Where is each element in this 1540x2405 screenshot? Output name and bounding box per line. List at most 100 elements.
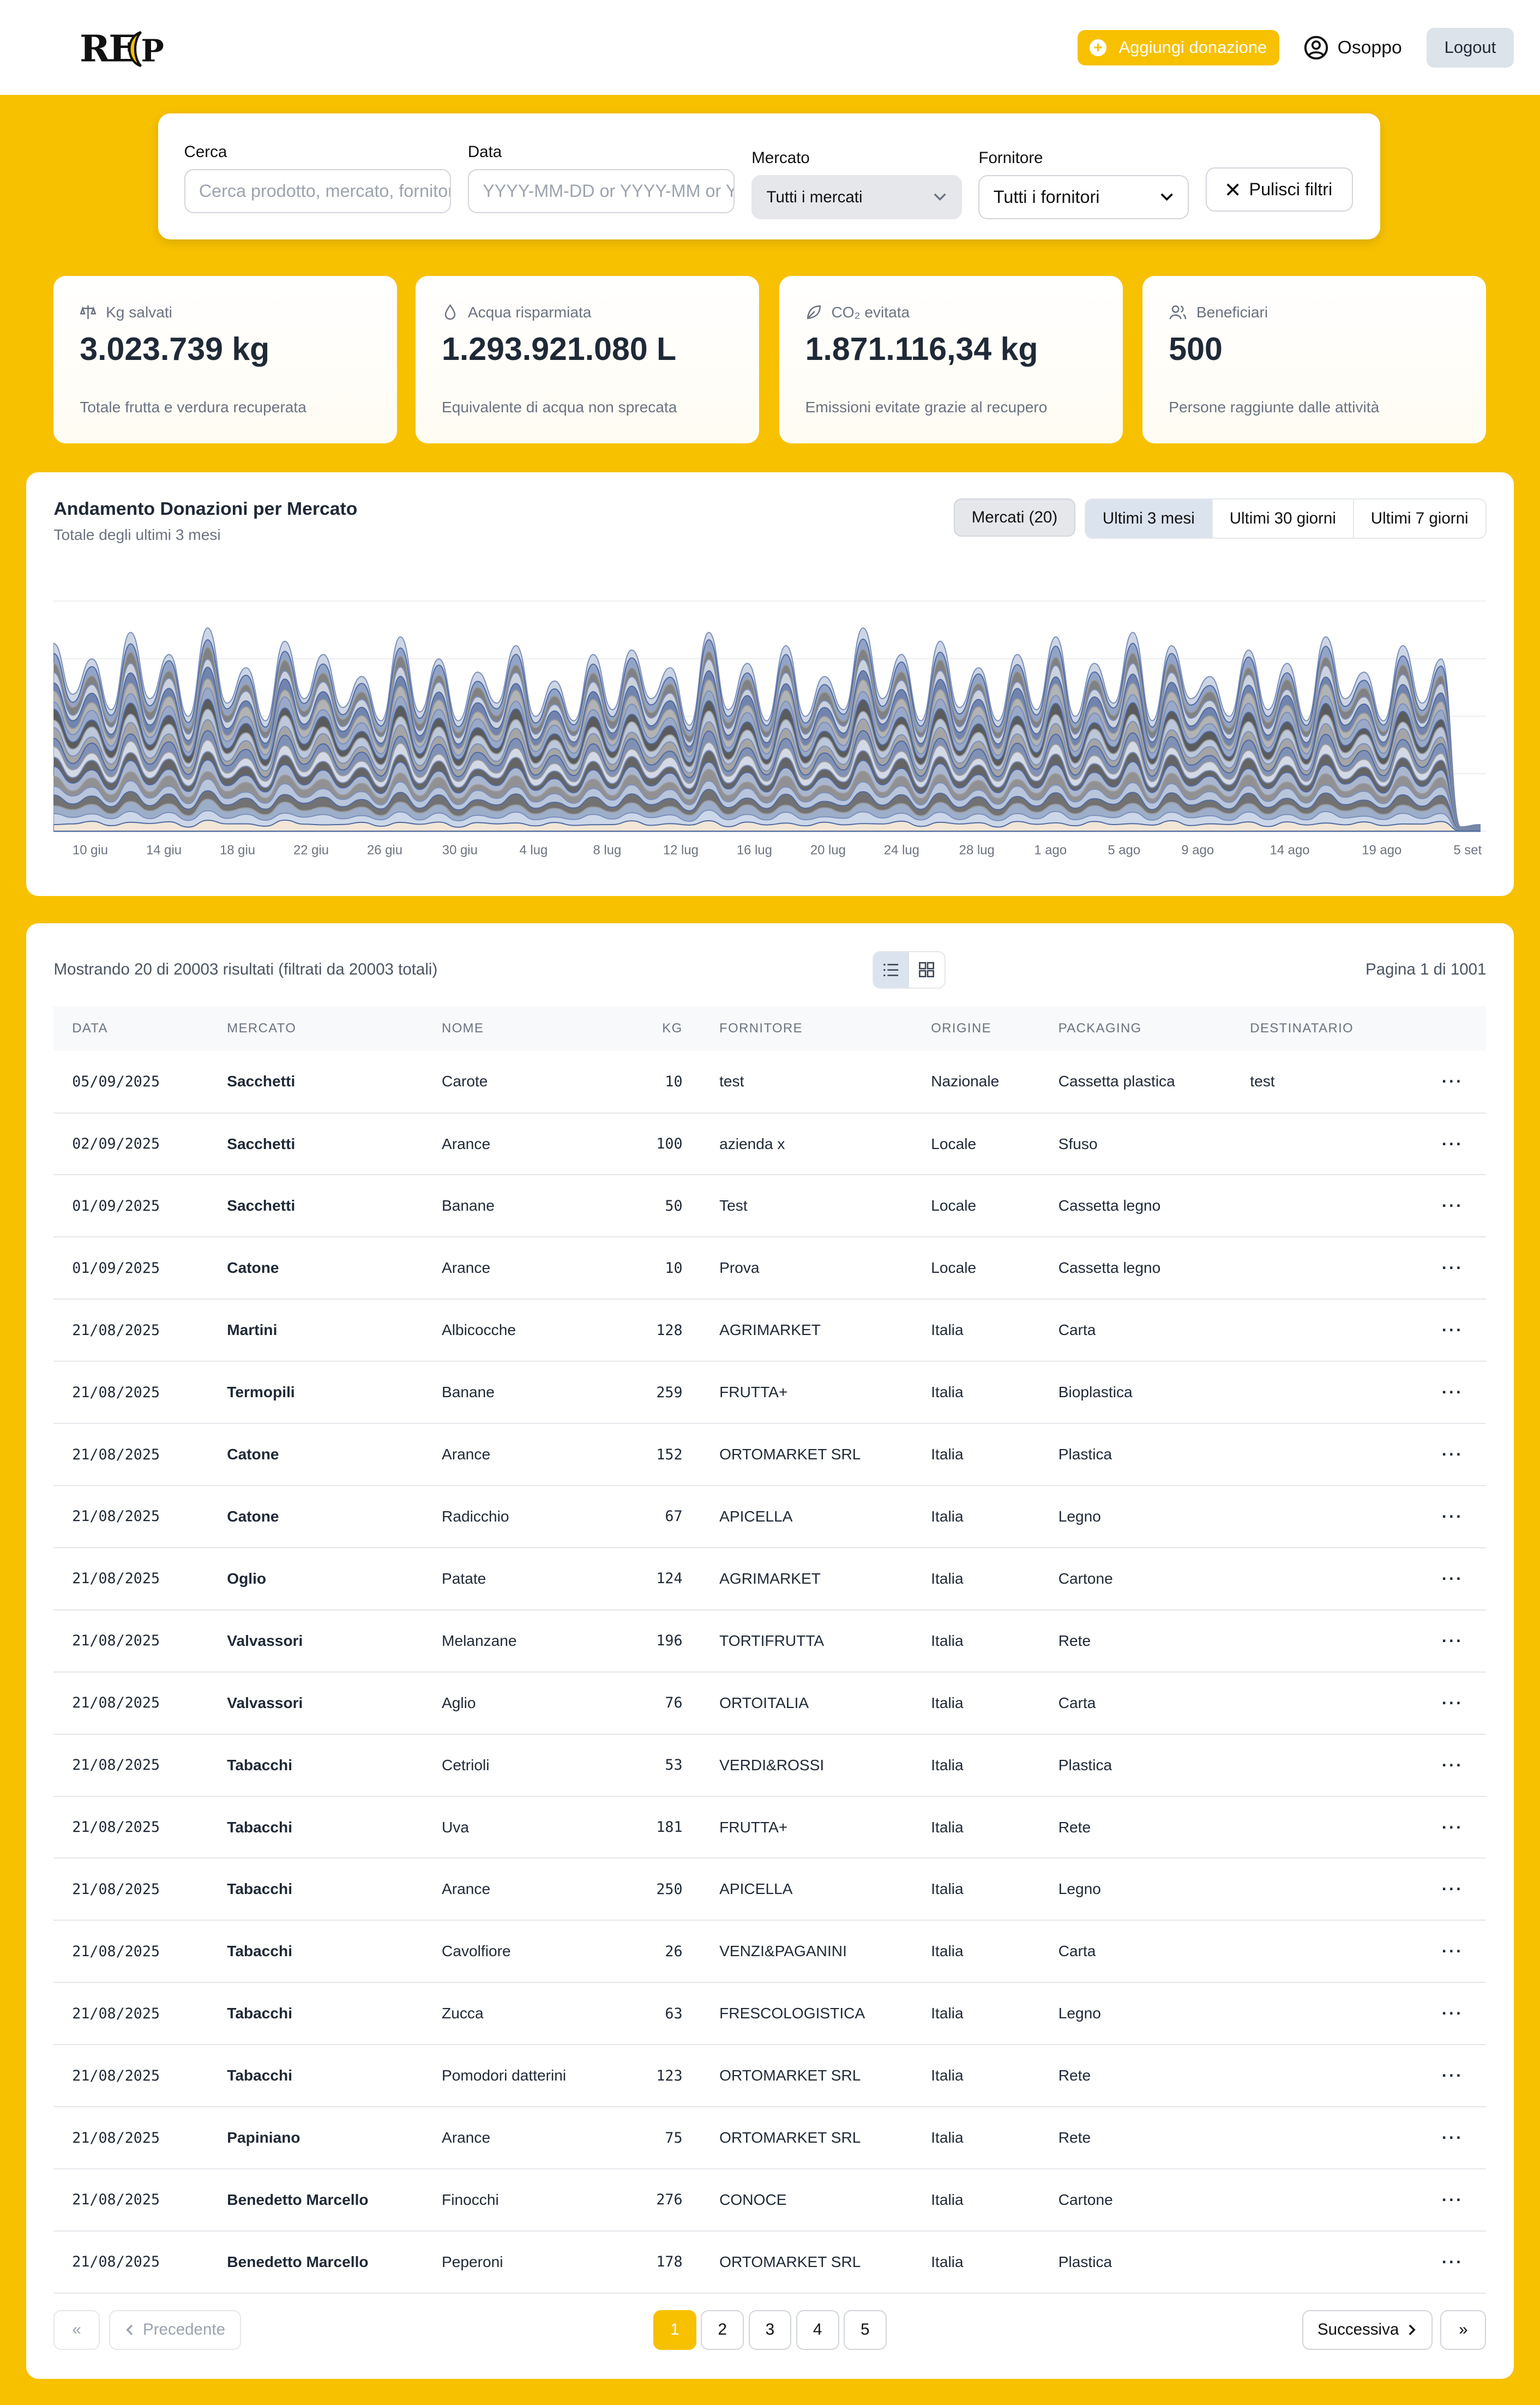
- cell-date: 21/08/2025: [72, 1694, 160, 1712]
- row-actions-icon[interactable]: ···: [1400, 1361, 1487, 1423]
- market-select[interactable]: Tutti i mercati: [751, 175, 962, 220]
- column-header-recipient[interactable]: DESTINATARIO: [1232, 1006, 1400, 1051]
- cell-origin: Locale: [931, 1135, 977, 1152]
- x-tick-label: 30 giu: [442, 843, 478, 858]
- table-row[interactable]: 21/08/2025 Oglio Patate 124 AGRIMARKET Italia…: [53, 1548, 1487, 1610]
- clear-filters-button[interactable]: Pulisci filtri: [1205, 167, 1353, 212]
- page-button-5[interactable]: 5: [843, 2310, 887, 2350]
- grid-view-button[interactable]: [909, 952, 945, 988]
- row-actions-icon[interactable]: ···: [1400, 2045, 1487, 2107]
- cell-packaging: Carta: [1058, 1694, 1096, 1711]
- cell-supplier: APICELLA: [719, 1507, 793, 1525]
- cell-supplier: AGRIMARKET: [719, 1321, 821, 1339]
- table-row[interactable]: 21/08/2025 Tabacchi Cavolfiore 26 VENZI&PAGA…: [53, 1920, 1487, 1983]
- list-view-button[interactable]: [874, 952, 910, 988]
- column-header-supplier[interactable]: FORNITORE: [701, 1006, 912, 1051]
- stat-description: Totale frutta e verdura recuperata: [80, 399, 306, 416]
- filters-panel: Cerca Cerca prodotto, mercato, fornitore…: [158, 113, 1381, 239]
- previous-page-label: Precedente: [143, 2320, 225, 2339]
- scale-icon: [80, 305, 97, 320]
- cell-name: Albicocche: [442, 1321, 516, 1339]
- row-actions-icon[interactable]: ···: [1400, 1796, 1487, 1859]
- stat-label: CO₂ evitata: [831, 303, 910, 321]
- table-row[interactable]: 21/08/2025 Martini Albicocche 128 AGRIMARKET…: [53, 1299, 1487, 1362]
- search-label: Cerca: [184, 142, 227, 161]
- table-row[interactable]: 21/08/2025 Tabacchi Pomodori datterini 123 O…: [53, 2045, 1487, 2107]
- cell-market: Sacchetti: [227, 1135, 296, 1152]
- next-page-button[interactable]: Successiva: [1302, 2310, 1433, 2350]
- cell-name: Pomodori datterini: [442, 2067, 567, 2084]
- table-row[interactable]: 21/08/2025 Catone Arance 152 ORTOMARKET SRL I…: [53, 1423, 1487, 1486]
- table-row[interactable]: 21/08/2025 Tabacchi Uva 181 FRUTTA+ Italia Ret…: [53, 1796, 1487, 1859]
- range-30-days[interactable]: Ultimi 30 giorni: [1212, 500, 1354, 538]
- cell-supplier: FRUTTA+: [719, 1384, 788, 1401]
- row-actions-icon[interactable]: ···: [1400, 1734, 1487, 1796]
- column-header-packaging[interactable]: PACKAGING: [1040, 1006, 1232, 1051]
- table-row[interactable]: 21/08/2025 Tabacchi Arance 250 APICELLA Itali…: [53, 1858, 1487, 1921]
- table-row[interactable]: 21/08/2025 Valvassori Aglio 76 ORTOITALIA Ita…: [53, 1672, 1487, 1734]
- table-row[interactable]: 21/08/2025 Tabacchi Zucca 63 FRESCOLOGISTICA…: [53, 1982, 1487, 2045]
- row-actions-icon[interactable]: ···: [1400, 1299, 1487, 1361]
- column-header-market[interactable]: MERCATO: [209, 1006, 424, 1051]
- recup-logo[interactable]: RE P: [80, 25, 169, 70]
- column-header-name[interactable]: NOME: [423, 1006, 597, 1051]
- cell-origin: Italia: [931, 1818, 964, 1836]
- table-row[interactable]: 21/08/2025 Papiniano Arance 75 ORTOMARKET SR…: [53, 2107, 1487, 2169]
- row-actions-icon[interactable]: ···: [1400, 1175, 1487, 1237]
- page-button-1[interactable]: 1: [653, 2310, 696, 2350]
- supplier-select[interactable]: Tutti i fornitori: [978, 175, 1189, 220]
- page-button-4[interactable]: 4: [796, 2310, 839, 2350]
- markets-selector-button[interactable]: Mercati (20): [953, 498, 1076, 537]
- range-7-days[interactable]: Ultimi 7 giorni: [1353, 500, 1485, 538]
- cell-origin: Italia: [931, 2253, 964, 2270]
- row-actions-icon[interactable]: ···: [1400, 1672, 1487, 1734]
- cell-market: Tabacchi: [227, 1756, 293, 1773]
- row-actions-icon[interactable]: ···: [1400, 1610, 1487, 1672]
- cell-kg: 50: [665, 1197, 683, 1214]
- row-actions-icon[interactable]: ···: [1400, 1982, 1487, 2045]
- table-row[interactable]: 21/08/2025 Tabacchi Cetrioli 53 VERDI&ROSSI I…: [53, 1734, 1487, 1796]
- row-actions-icon[interactable]: ···: [1400, 1113, 1487, 1175]
- row-actions-icon[interactable]: ···: [1400, 1858, 1487, 1920]
- date-input[interactable]: YYYY-MM-DD or YYYY-MM or YYYY: [467, 169, 735, 214]
- row-actions-icon[interactable]: ···: [1400, 1051, 1487, 1113]
- page-button-2[interactable]: 2: [701, 2310, 744, 2350]
- search-input[interactable]: Cerca prodotto, mercato, fornitore: [184, 169, 451, 214]
- cell-supplier: FRUTTA+: [719, 1818, 788, 1836]
- donations-chart-card: Andamento Donazioni per Mercato Totale d…: [26, 472, 1514, 896]
- first-page-button[interactable]: «: [53, 2310, 100, 2350]
- column-header-date[interactable]: DATA: [53, 1006, 208, 1051]
- table-row[interactable]: 21/08/2025 Termopili Banane 259 FRUTTA+ Itali…: [53, 1361, 1487, 1424]
- table-header-row: DATA MERCATO NOME KG FORNITORE ORIGINE P…: [53, 1006, 1487, 1051]
- cell-market: Termopili: [227, 1384, 295, 1401]
- last-page-button[interactable]: »: [1440, 2310, 1487, 2350]
- table-row[interactable]: 01/09/2025 Catone Arance 10 Prova Locale Casse…: [53, 1237, 1487, 1300]
- range-3-months[interactable]: Ultimi 3 mesi: [1085, 500, 1213, 538]
- stat-value: 1.871.116,34 kg: [805, 330, 1038, 367]
- cell-market: Catone: [227, 1259, 279, 1277]
- user-menu[interactable]: Osoppo: [1304, 35, 1402, 60]
- table-row[interactable]: 21/08/2025 Benedetto Marcello Peperoni 178 O…: [53, 2231, 1487, 2293]
- row-actions-icon[interactable]: ···: [1400, 2231, 1487, 2293]
- row-actions-icon[interactable]: ···: [1400, 1237, 1487, 1299]
- cell-origin: Italia: [931, 2129, 964, 2147]
- table-row[interactable]: 21/08/2025 Benedetto Marcello Finocchi 276 C…: [53, 2169, 1487, 2231]
- add-donation-button[interactable]: + Aggiungi donazione: [1077, 29, 1279, 65]
- table-row[interactable]: 21/08/2025 Valvassori Melanzane 196 TORTIFRU…: [53, 1610, 1487, 1672]
- row-actions-icon[interactable]: ···: [1400, 1920, 1487, 1982]
- previous-page-button[interactable]: Precedente: [109, 2310, 241, 2350]
- table-row[interactable]: 05/09/2025 Sacchetti Carote 10 test Nazionale…: [53, 1051, 1487, 1113]
- column-header-kg[interactable]: KG: [597, 1006, 701, 1051]
- row-actions-icon[interactable]: ···: [1400, 1548, 1487, 1610]
- row-actions-icon[interactable]: ···: [1400, 2169, 1487, 2231]
- page-button-3[interactable]: 3: [748, 2310, 792, 2350]
- table-row[interactable]: 01/09/2025 Sacchetti Banane 50 Test Locale Cas…: [53, 1175, 1487, 1237]
- row-actions-icon[interactable]: ···: [1400, 1486, 1487, 1548]
- cell-name: Banane: [442, 1384, 495, 1401]
- row-actions-icon[interactable]: ···: [1400, 1423, 1487, 1486]
- table-row[interactable]: 21/08/2025 Catone Radicchio 67 APICELLA Itali…: [53, 1486, 1487, 1548]
- row-actions-icon[interactable]: ···: [1400, 2107, 1487, 2169]
- table-row[interactable]: 02/09/2025 Sacchetti Arance 100 azienda x Loc…: [53, 1113, 1487, 1175]
- logout-button[interactable]: Logout: [1426, 27, 1514, 68]
- column-header-origin[interactable]: ORIGINE: [913, 1006, 1040, 1051]
